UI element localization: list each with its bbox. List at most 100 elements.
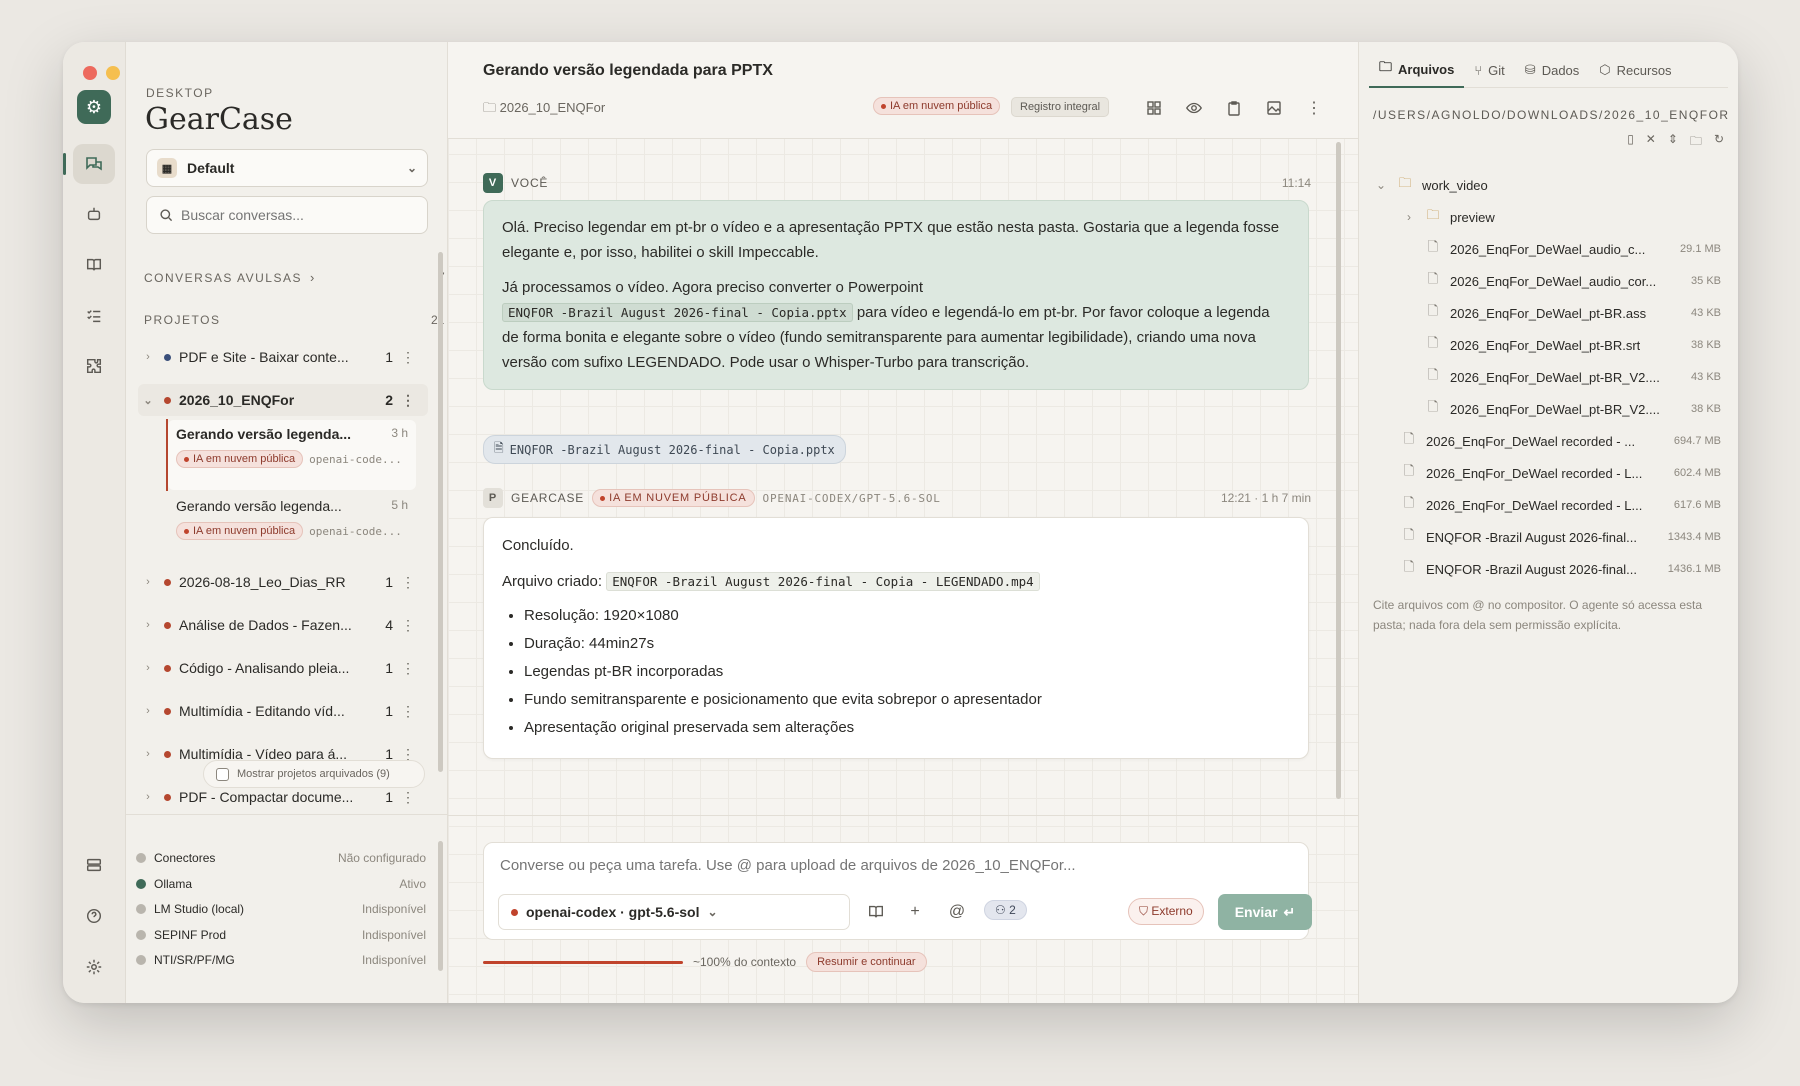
refresh-icon[interactable]: ↻	[1714, 132, 1724, 153]
mention-icon[interactable]: @	[944, 899, 970, 925]
file-row[interactable]: 🗋 ENQFOR -Brazil August 2026-final... 1343…	[1373, 521, 1725, 553]
chevron-right-icon[interactable]: ›	[1401, 210, 1417, 224]
settings-nav-button[interactable]	[73, 947, 115, 987]
assistant-message-time: 12:21 · 1 h 7 min	[1220, 491, 1311, 505]
show-archived-toggle[interactable]: Mostrar projetos arquivados (9)	[203, 760, 425, 788]
project-count: 2	[385, 392, 393, 408]
project-color-dot	[164, 578, 171, 586]
folder-row[interactable]: ⌄ 🗀 work_video	[1373, 169, 1725, 201]
file-row[interactable]: 🗋 2026_EnqFor_DeWael recorded - ... 694.7 …	[1373, 425, 1725, 457]
file-row[interactable]: 🗋 2026_EnqFor_DeWael_pt-BR_V2.... 43 KB	[1373, 361, 1725, 393]
tab-data[interactable]: ⛁ Dados	[1515, 52, 1589, 88]
book-icon	[86, 258, 102, 271]
tab-files[interactable]: 🗀 Arquivos	[1369, 52, 1465, 88]
agents-badge[interactable]: ⚇ 2	[984, 900, 1027, 920]
file-row[interactable]: 🗋 ENQFOR -Brazil August 2026-final... 1436…	[1373, 553, 1725, 585]
connector-row[interactable]: LM Studio (local) Indisponível	[136, 902, 426, 916]
connector-row[interactable]: Ollama Ativo	[136, 877, 426, 891]
more-icon[interactable]: ⋮	[393, 660, 423, 677]
connectors-scrollbar[interactable]	[438, 841, 443, 971]
chevron-right-icon: ›	[146, 791, 150, 803]
chat-header: Gerando versão legendada para PPTX 🗀 202…	[448, 42, 1358, 139]
conversation-title: Gerando versão legenda...	[176, 498, 342, 514]
status-dot	[136, 955, 146, 965]
more-icon[interactable]: ⋮	[393, 789, 423, 806]
conversation-item[interactable]: Gerando versão legenda... 5 h IA em nuvem…	[168, 492, 416, 562]
chat-folder[interactable]: 🗀 2026_10_ENQFor	[483, 99, 605, 121]
more-icon[interactable]: ⋮	[393, 349, 423, 366]
book-icon[interactable]: ▯	[1627, 132, 1634, 153]
assistant-model: OPENAI-CODEX/GPT-5.6-SOL	[762, 491, 941, 505]
conversation-model: openai-code...	[309, 524, 402, 538]
file-row[interactable]: 🗋 2026_EnqFor_DeWael recorded - L... 617.6…	[1373, 489, 1725, 521]
chevron-down-icon[interactable]: ⌄	[1373, 178, 1389, 192]
chats-nav-button[interactable]	[63, 144, 115, 184]
close-window-button[interactable]	[83, 66, 97, 80]
projects-label: PROJETOS	[144, 313, 221, 327]
file-row[interactable]: 🗋 2026_EnqFor_DeWael_pt-BR.ass 43 KB	[1373, 297, 1725, 329]
expand-icon[interactable]: ⇕	[1668, 132, 1678, 153]
collapse-icon[interactable]: ✕	[1646, 132, 1656, 153]
file-name: 2026_EnqFor_DeWael recorded - ...	[1426, 433, 1636, 449]
file-name: preview	[1450, 209, 1495, 225]
project-count: 1	[385, 703, 393, 719]
loose-conversations-label: CONVERSAS AVULSAS	[144, 270, 302, 285]
project-row[interactable]: › Multimídia - Editando víd... 1 ⋮	[138, 695, 428, 727]
message-input[interactable]	[500, 857, 1280, 879]
connector-status: Indisponível	[361, 928, 426, 942]
tab-git[interactable]: ⑂ Git	[1464, 52, 1514, 88]
more-icon[interactable]: ⋮	[1302, 96, 1326, 120]
folder-row[interactable]: › 🗀 preview	[1373, 201, 1725, 233]
external-button[interactable]: ⛉ Externo	[1128, 898, 1204, 925]
file-row[interactable]: 🗋 2026_EnqFor_DeWael_audio_cor... 35 KB	[1373, 265, 1725, 297]
minimize-window-button[interactable]	[106, 66, 120, 80]
chat-scrollbar[interactable]	[1336, 142, 1341, 799]
open-folder-icon[interactable]: 🗀	[1690, 132, 1702, 153]
conversation-item-active[interactable]: Gerando versão legenda... 3 h IA em nuvem…	[168, 420, 416, 490]
servers-nav-button[interactable]	[73, 845, 115, 885]
eye-icon[interactable]	[1182, 96, 1206, 120]
plus-icon[interactable]: +	[902, 899, 928, 925]
archived-checkbox[interactable]	[216, 767, 229, 781]
sidebar-scrollbar[interactable]	[438, 252, 443, 772]
search-input[interactable]	[181, 207, 401, 223]
help-nav-button[interactable]	[73, 896, 115, 936]
send-button[interactable]: Enviar ↵	[1218, 894, 1312, 930]
project-row-active[interactable]: ⌄ 2026_10_ENQFor 2 ⋮	[138, 384, 428, 416]
project-row[interactable]: › PDF e Site - Baixar conte... 1 ⋮	[138, 341, 428, 373]
tab-resources[interactable]: ⬡ Recursos	[1589, 52, 1681, 88]
chevron-down-icon: ⌄	[406, 161, 417, 175]
agents-nav-button[interactable]	[73, 194, 115, 234]
agents-icon: ⚇	[995, 903, 1006, 917]
file-row[interactable]: 🗋 2026_EnqFor_DeWael_pt-BR_V2.... 38 KB	[1373, 393, 1725, 425]
file-row[interactable]: 🗋 2026_EnqFor_DeWael recorded - L... 602.4…	[1373, 457, 1725, 489]
cloud-badge: IA em nuvem pública	[176, 522, 304, 540]
attachment-chip[interactable]: 🗎 ENQFOR -Brazil August 2026-final - Cop…	[483, 435, 846, 464]
model-select[interactable]: openai-codex · gpt-5.6-sol ⌄	[498, 894, 850, 930]
project-row[interactable]: › 2026-08-18_Leo_Dias_RR 1 ⋮	[138, 566, 428, 598]
more-icon[interactable]: ⋮	[393, 617, 423, 634]
connector-row[interactable]: NTI/SR/PF/MG Indisponível	[136, 953, 426, 967]
image-export-icon[interactable]	[1262, 96, 1286, 120]
gear-icon	[86, 959, 102, 975]
loose-conversations-header[interactable]: CONVERSAS AVULSAS ›	[144, 270, 316, 285]
workspace-select[interactable]: ▦ Default ⌄	[146, 149, 428, 187]
connector-row[interactable]: SEPINF Prod Indisponível	[136, 928, 426, 942]
grid-icon[interactable]	[1142, 96, 1166, 120]
connector-row[interactable]: Conectores Não configurado	[136, 851, 426, 865]
agents-count: 2	[1009, 903, 1016, 917]
book-icon[interactable]	[863, 899, 889, 925]
conversation-time: 3 h	[391, 426, 408, 440]
file-row[interactable]: 🗋 2026_EnqFor_DeWael_audio_c... 29.1 MB	[1373, 233, 1725, 265]
library-nav-button[interactable]	[73, 245, 115, 285]
summarize-button[interactable]: Resumir e continuar	[806, 952, 927, 972]
file-row[interactable]: 🗋 2026_EnqFor_DeWael_pt-BR.srt 38 KB	[1373, 329, 1725, 361]
project-row[interactable]: › Código - Analisando pleia... 1 ⋮	[138, 652, 428, 684]
clipboard-icon[interactable]	[1222, 96, 1246, 120]
more-icon[interactable]: ⋮	[393, 392, 423, 409]
more-icon[interactable]: ⋮	[393, 574, 423, 591]
plugins-nav-button[interactable]	[73, 346, 115, 386]
tasks-nav-button[interactable]	[73, 296, 115, 336]
project-row[interactable]: › Análise de Dados - Fazen... 4 ⋮	[138, 609, 428, 641]
more-icon[interactable]: ⋮	[393, 703, 423, 720]
